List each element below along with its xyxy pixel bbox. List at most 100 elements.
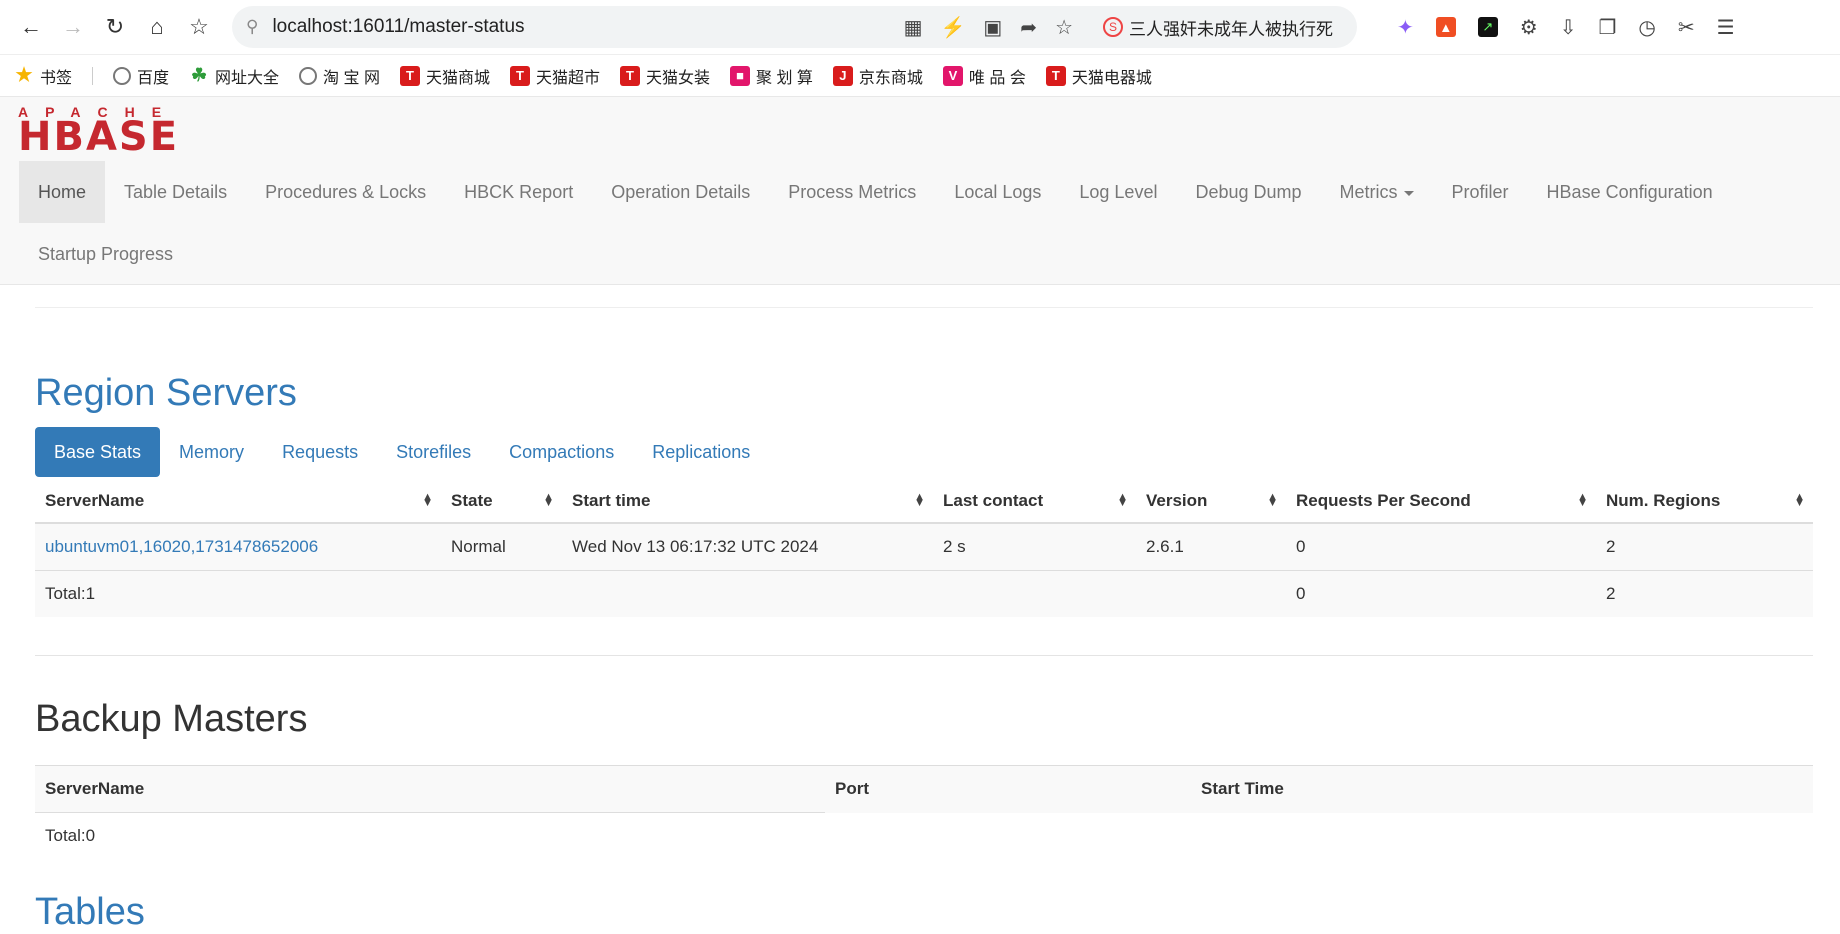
divider bbox=[92, 66, 94, 85]
reader-icon[interactable]: ▣ bbox=[983, 15, 1002, 40]
menu-icon[interactable]: ☰ bbox=[1717, 15, 1735, 40]
table-cell: 2 bbox=[1596, 522, 1813, 571]
bookmark-item[interactable]: 百度 bbox=[113, 64, 169, 88]
nav-startup-progress[interactable]: Startup Progress bbox=[19, 223, 192, 285]
forward-icon[interactable]: → bbox=[52, 6, 94, 48]
table-cell bbox=[1191, 813, 1813, 860]
column-header-requests-per-second[interactable]: Requests Per Second ▲ ▼ bbox=[1286, 480, 1596, 524]
share-icon[interactable]: ➦ bbox=[1020, 15, 1037, 40]
tab-base-stats[interactable]: Base Stats bbox=[35, 427, 161, 477]
bookmark-item[interactable]: T 天猫超市 bbox=[509, 64, 600, 88]
column-header-label: State bbox=[451, 491, 493, 510]
home-icon[interactable]: ⌂ bbox=[136, 6, 178, 48]
sort-icon: ▲ ▼ bbox=[914, 491, 925, 509]
column-header-start-time[interactable]: Start time ▲ ▼ bbox=[562, 480, 933, 524]
column-header-label: Last contact bbox=[943, 491, 1044, 510]
bookmark-label: 京东商城 bbox=[858, 69, 923, 87]
sort-icon: ▲ ▼ bbox=[1117, 491, 1128, 509]
column-header-state[interactable]: State ▲ ▼ bbox=[441, 480, 562, 524]
download-icon[interactable]: ⇩ bbox=[1560, 15, 1577, 40]
bookmark-item[interactable]: ★ 书签 bbox=[14, 64, 72, 88]
nav-table-details[interactable]: Table Details bbox=[105, 161, 246, 223]
table-cell: 0 bbox=[1286, 522, 1596, 571]
translate-icon[interactable]: ▦ bbox=[904, 15, 923, 40]
bookmark-item[interactable]: ■ 聚 划 算 bbox=[730, 64, 813, 88]
news-ticker[interactable]: S 三人强奸未成年人被执行死 bbox=[1103, 15, 1343, 40]
column-header-num-regions[interactable]: Num. Regions ▲ ▼ bbox=[1596, 480, 1813, 524]
star-icon: ★ bbox=[15, 65, 33, 86]
page-content: Region Servers Base Stats Memory Request… bbox=[0, 307, 1840, 934]
vip-icon: V bbox=[942, 65, 963, 86]
column-header-last-contact[interactable]: Last contact ▲ ▼ bbox=[933, 480, 1136, 524]
nav-procedures-locks[interactable]: Procedures & Locks bbox=[246, 161, 445, 223]
sort-icon: ▲ ▼ bbox=[1794, 491, 1805, 509]
tmall-icon: T bbox=[1045, 65, 1066, 86]
divider bbox=[35, 307, 1813, 308]
bookmark-item[interactable]: J 京东商城 bbox=[832, 64, 923, 88]
favorite-icon[interactable]: ☆ bbox=[1055, 15, 1073, 40]
nav-profiler[interactable]: Profiler bbox=[1433, 161, 1528, 223]
caret-down-icon bbox=[1403, 190, 1414, 196]
globe-icon bbox=[113, 66, 132, 85]
bookmark-label: 淘 宝 网 bbox=[323, 69, 380, 87]
nav-local-logs[interactable]: Local Logs bbox=[935, 161, 1060, 223]
bookmark-star-icon[interactable]: ☆ bbox=[178, 6, 220, 48]
nav-log-level[interactable]: Log Level bbox=[1060, 161, 1176, 223]
nav-home[interactable]: Home bbox=[19, 161, 106, 223]
region-servers-title: Region Servers bbox=[35, 372, 297, 414]
bookmark-item[interactable]: 淘 宝 网 bbox=[299, 64, 380, 88]
table-cell bbox=[441, 570, 562, 617]
nav-metrics-dropdown[interactable]: Metrics bbox=[1321, 161, 1433, 223]
extensions-icon[interactable]: ⚙ bbox=[1520, 15, 1538, 40]
column-header-start-time: Start Time bbox=[1191, 765, 1813, 813]
reload-icon[interactable]: ↻ bbox=[94, 6, 136, 48]
sogou-icon: S bbox=[1103, 17, 1123, 37]
back-icon[interactable]: ← bbox=[10, 6, 52, 48]
column-header-label: Version bbox=[1146, 491, 1208, 510]
column-header-servername[interactable]: ServerName ▲ ▼ bbox=[35, 480, 441, 524]
bookmark-item[interactable]: T 天猫电器城 bbox=[1045, 64, 1152, 88]
bookmark-label: 天猫电器城 bbox=[1071, 69, 1152, 87]
hbase-logo[interactable]: APACHE HBASE bbox=[18, 105, 188, 160]
server-name-text[interactable]: ubuntuvm01,16020,1731478652006 bbox=[45, 537, 318, 556]
bookmark-item[interactable]: V唯 品 会 bbox=[942, 64, 1026, 88]
tmall-icon: T bbox=[509, 65, 530, 86]
bookmark-item[interactable]: T 天猫商城 bbox=[399, 64, 490, 88]
column-header-version[interactable]: Version ▲ ▼ bbox=[1136, 480, 1286, 524]
tab-storefiles[interactable]: Storefiles bbox=[377, 427, 490, 477]
scissors-icon[interactable]: ✂ bbox=[1678, 15, 1695, 40]
bookmark-item[interactable]: T 天猫女装 bbox=[619, 64, 710, 88]
total-regions: 2 bbox=[1596, 570, 1813, 617]
history-icon[interactable]: ◷ bbox=[1638, 15, 1655, 40]
bookmark-item[interactable]: ☘ 网址大全 bbox=[189, 64, 279, 88]
table-cell: 2.6.1 bbox=[1136, 522, 1286, 571]
nav-process-metrics[interactable]: Process Metrics bbox=[769, 161, 935, 223]
nav-hbck-report[interactable]: HBCK Report bbox=[445, 161, 592, 223]
total-requests: 0 bbox=[1286, 570, 1596, 617]
address-bar[interactable]: ⚲ localhost:16011/master-status ▦ ⚡ ▣ ➦ … bbox=[232, 6, 1357, 48]
logo-hbase-text: HBASE bbox=[18, 114, 180, 160]
bookmark-label: 百度 bbox=[137, 69, 170, 87]
region-servers-table: ServerName ▲ ▼ State ▲ ▼ Start time ▲ ▼ Last c… bbox=[35, 480, 1813, 617]
url-text[interactable]: localhost:16011/master-status bbox=[272, 16, 903, 38]
total-row: Total:0 bbox=[35, 813, 1813, 860]
ai-assistant-icon[interactable]: ✦ bbox=[1397, 15, 1414, 40]
nav-debug-dump[interactable]: Debug Dump bbox=[1176, 161, 1320, 223]
nav-operation-details[interactable]: Operation Details bbox=[592, 161, 769, 223]
pdf-extension-icon[interactable]: ▲ bbox=[1435, 17, 1456, 37]
tree-icon: ☘ bbox=[190, 65, 208, 85]
tab-requests[interactable]: Requests bbox=[263, 427, 377, 477]
column-header-label: Start time bbox=[572, 491, 651, 510]
backup-masters-table: ServerName Port Start Time Total:0 bbox=[35, 765, 1813, 859]
table-row: ubuntuvm01,16020,1731478652006 Normal We… bbox=[35, 522, 1813, 571]
sort-icon: ▲ ▼ bbox=[1267, 491, 1278, 509]
chart-extension-icon[interactable]: ↗ bbox=[1477, 17, 1498, 37]
tab-memory[interactable]: Memory bbox=[160, 427, 263, 477]
lightning-icon[interactable]: ⚡ bbox=[940, 15, 965, 40]
tab-replications[interactable]: Replications bbox=[633, 427, 769, 477]
server-name-link[interactable]: ubuntuvm01,16020,1731478652006 bbox=[35, 522, 441, 571]
tab-compactions[interactable]: Compactions bbox=[490, 427, 633, 477]
nav-hbase-configuration[interactable]: HBase Configuration bbox=[1528, 161, 1732, 223]
total-label: Total:1 bbox=[35, 570, 441, 617]
tab-manager-icon[interactable]: ❐ bbox=[1598, 15, 1616, 40]
